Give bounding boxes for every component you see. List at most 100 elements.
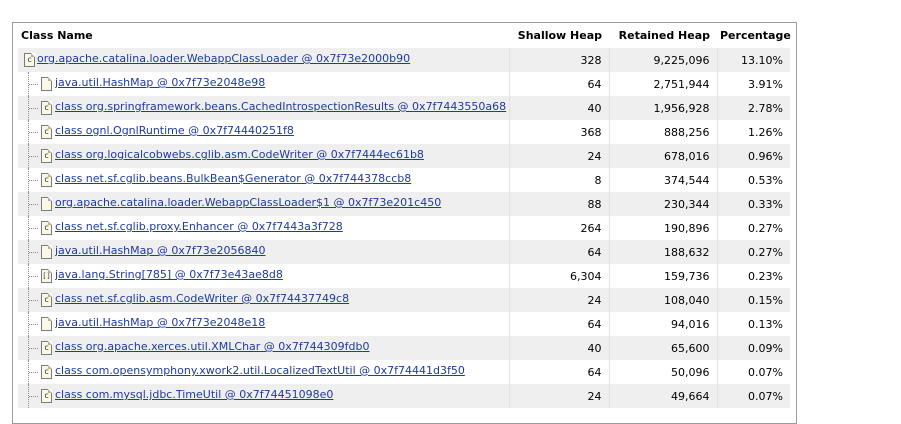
object-link[interactable]: class net.sf.cglib.proxy.Enhancer @ 0x7f…	[55, 220, 343, 233]
object-name-cell: org.apache.catalina.loader.WebappClassLo…	[18, 192, 510, 216]
table-row[interactable]: java.util.HashMap @ 0x7f73e2048e98 64 2,75…	[18, 72, 790, 96]
percentage-value: 3.91%	[717, 72, 790, 96]
shallow-heap-value: 24	[509, 144, 610, 168]
percentage-value: 0.53%	[717, 168, 790, 192]
object-link[interactable]: class ognl.OgnlRuntime @ 0x7f74440251f8	[55, 124, 294, 137]
percentage-value: 2.78%	[717, 96, 790, 120]
shallow-heap-value: 64	[509, 72, 610, 96]
retained-heap-value: 65,600	[609, 336, 718, 360]
percentage-value: 0.96%	[717, 144, 790, 168]
column-header-percentage[interactable]: Percentage	[717, 23, 791, 48]
table-row[interactable]: c class org.apache.xerces.util.XMLChar @ …	[18, 336, 790, 360]
object-link[interactable]: class org.apache.xerces.util.XMLChar @ 0…	[55, 340, 370, 353]
table-row[interactable]: c class net.sf.cglib.beans.BulkBean$Gener…	[18, 168, 790, 192]
object-name-cell: c class com.opensymphony.xwork2.util.Loca…	[18, 360, 510, 384]
object-link[interactable]: class net.sf.cglib.beans.BulkBean$Genera…	[55, 172, 411, 185]
column-header-retained-heap[interactable]: Retained Heap	[609, 23, 717, 48]
object-link[interactable]: class com.opensymphony.xwork2.util.Local…	[55, 364, 465, 377]
class-icon: c	[41, 149, 52, 163]
tree-branch-line	[29, 276, 38, 277]
column-header-shallow-heap[interactable]: Shallow Heap	[509, 23, 609, 48]
tree-branch-line	[29, 108, 38, 109]
object-link[interactable]: class net.sf.cglib.asm.CodeWriter @ 0x7f…	[55, 292, 349, 305]
retained-heap-value: 50,096	[609, 360, 718, 384]
object-link[interactable]: java.util.HashMap @ 0x7f73e2048e18	[55, 316, 265, 329]
object-link[interactable]: org.apache.catalina.loader.WebappClassLo…	[55, 196, 441, 209]
table-header-row: Class Name Shallow Heap Retained Heap Pe…	[18, 23, 791, 48]
table-row[interactable]: c class ognl.OgnlRuntime @ 0x7f74440251f8…	[18, 120, 790, 144]
retained-heap-value: 230,344	[609, 192, 718, 216]
table-row[interactable]: [] java.lang.String[785] @ 0x7f73e43ae8d8…	[18, 264, 790, 288]
percentage-value: 0.07%	[717, 384, 790, 408]
root-retained-heap: 9,225,096	[609, 48, 718, 72]
tree-branch-line	[29, 324, 38, 325]
retained-heap-value: 159,736	[609, 264, 718, 288]
percentage-value: 0.23%	[717, 264, 790, 288]
object-name-cell: c class net.sf.cglib.proxy.Enhancer @ 0x7…	[18, 216, 510, 240]
root-object-link[interactable]: org.apache.catalina.loader.WebappClassLo…	[37, 52, 410, 65]
tree-branch-line	[29, 348, 38, 349]
class-icon: c	[41, 101, 52, 115]
table-row[interactable]: java.util.HashMap @ 0x7f73e2048e18 64 94,0…	[18, 312, 790, 336]
tree-branch-line	[29, 300, 38, 301]
tree-branch-line	[29, 204, 38, 205]
percentage-value: 0.07%	[717, 360, 790, 384]
table-row[interactable]: c class net.sf.cglib.proxy.Enhancer @ 0x7…	[18, 216, 790, 240]
shallow-heap-value: 40	[509, 336, 610, 360]
table-row[interactable]: c class net.sf.cglib.asm.CodeWriter @ 0x7…	[18, 288, 790, 312]
shallow-heap-value: 64	[509, 360, 610, 384]
shallow-heap-value: 40	[509, 96, 610, 120]
object-link[interactable]: java.lang.String[785] @ 0x7f73e43ae8d8	[55, 268, 283, 281]
class-icon: c	[41, 341, 52, 355]
object-link[interactable]: class org.springframework.beans.CachedIn…	[55, 100, 506, 113]
table-row[interactable]: c class com.opensymphony.xwork2.util.Loca…	[18, 360, 790, 384]
shallow-heap-value: 264	[509, 216, 610, 240]
table-row[interactable]: c class org.logicalcobwebs.cglib.asm.Code…	[18, 144, 790, 168]
tree-branch-line	[29, 372, 38, 373]
table-row-root[interactable]: c org.apache.catalina.loader.WebappClass…	[18, 48, 790, 72]
object-icon	[41, 245, 52, 259]
percentage-value: 0.27%	[717, 216, 790, 240]
shallow-heap-value: 88	[509, 192, 610, 216]
shallow-heap-value: 24	[509, 288, 610, 312]
shallow-heap-value: 8	[509, 168, 610, 192]
object-icon	[41, 197, 52, 211]
object-name-cell: c class org.logicalcobwebs.cglib.asm.Code…	[18, 144, 510, 168]
shallow-heap-value: 368	[509, 120, 610, 144]
object-name-cell: [] java.lang.String[785] @ 0x7f73e43ae8d8	[18, 264, 510, 288]
shallow-heap-value: 24	[509, 384, 610, 408]
object-icon	[41, 317, 52, 331]
object-name-cell: java.util.HashMap @ 0x7f73e2048e98	[18, 72, 510, 96]
class-icon: c	[41, 293, 52, 307]
percentage-value: 0.33%	[717, 192, 790, 216]
column-header-class-name[interactable]: Class Name	[18, 23, 509, 48]
object-name-cell: java.util.HashMap @ 0x7f73e2048e18	[18, 312, 510, 336]
table-row[interactable]: org.apache.catalina.loader.WebappClassLo…	[18, 192, 790, 216]
retained-heap-value: 888,256	[609, 120, 718, 144]
tree-branch-line	[29, 156, 38, 157]
shallow-heap-value: 64	[509, 312, 610, 336]
object-name-cell: c class org.apache.xerces.util.XMLChar @ …	[18, 336, 510, 360]
object-link[interactable]: java.util.HashMap @ 0x7f73e2056840	[55, 244, 266, 257]
class-icon: c	[41, 173, 52, 187]
retained-heap-value: 190,896	[609, 216, 718, 240]
retained-heap-value: 374,544	[609, 168, 718, 192]
table-row[interactable]: c class com.mysql.jdbc.TimeUtil @ 0x7f744…	[18, 384, 790, 408]
object-link[interactable]: java.util.HashMap @ 0x7f73e2048e98	[55, 76, 265, 89]
tree-branch-line	[29, 132, 38, 133]
tree-branch-line	[29, 228, 38, 229]
class-icon: c	[41, 365, 52, 379]
object-name-cell: java.util.HashMap @ 0x7f73e2056840	[18, 240, 510, 264]
class-icon: c	[41, 389, 52, 403]
percentage-value: 0.09%	[717, 336, 790, 360]
percentage-value: 0.27%	[717, 240, 790, 264]
table-row[interactable]: c class org.springframework.beans.CachedI…	[18, 96, 790, 120]
retained-heap-value: 188,632	[609, 240, 718, 264]
root-shallow-heap: 328	[509, 48, 610, 72]
object-link[interactable]: class com.mysql.jdbc.TimeUtil @ 0x7f7445…	[55, 388, 333, 401]
class-loader-icon: c	[24, 53, 35, 67]
object-link[interactable]: class org.logicalcobwebs.cglib.asm.CodeW…	[55, 148, 424, 161]
object-name-cell: c class net.sf.cglib.beans.BulkBean$Gener…	[18, 168, 510, 192]
shallow-heap-value: 6,304	[509, 264, 610, 288]
table-row[interactable]: java.util.HashMap @ 0x7f73e2056840 64 188,…	[18, 240, 790, 264]
